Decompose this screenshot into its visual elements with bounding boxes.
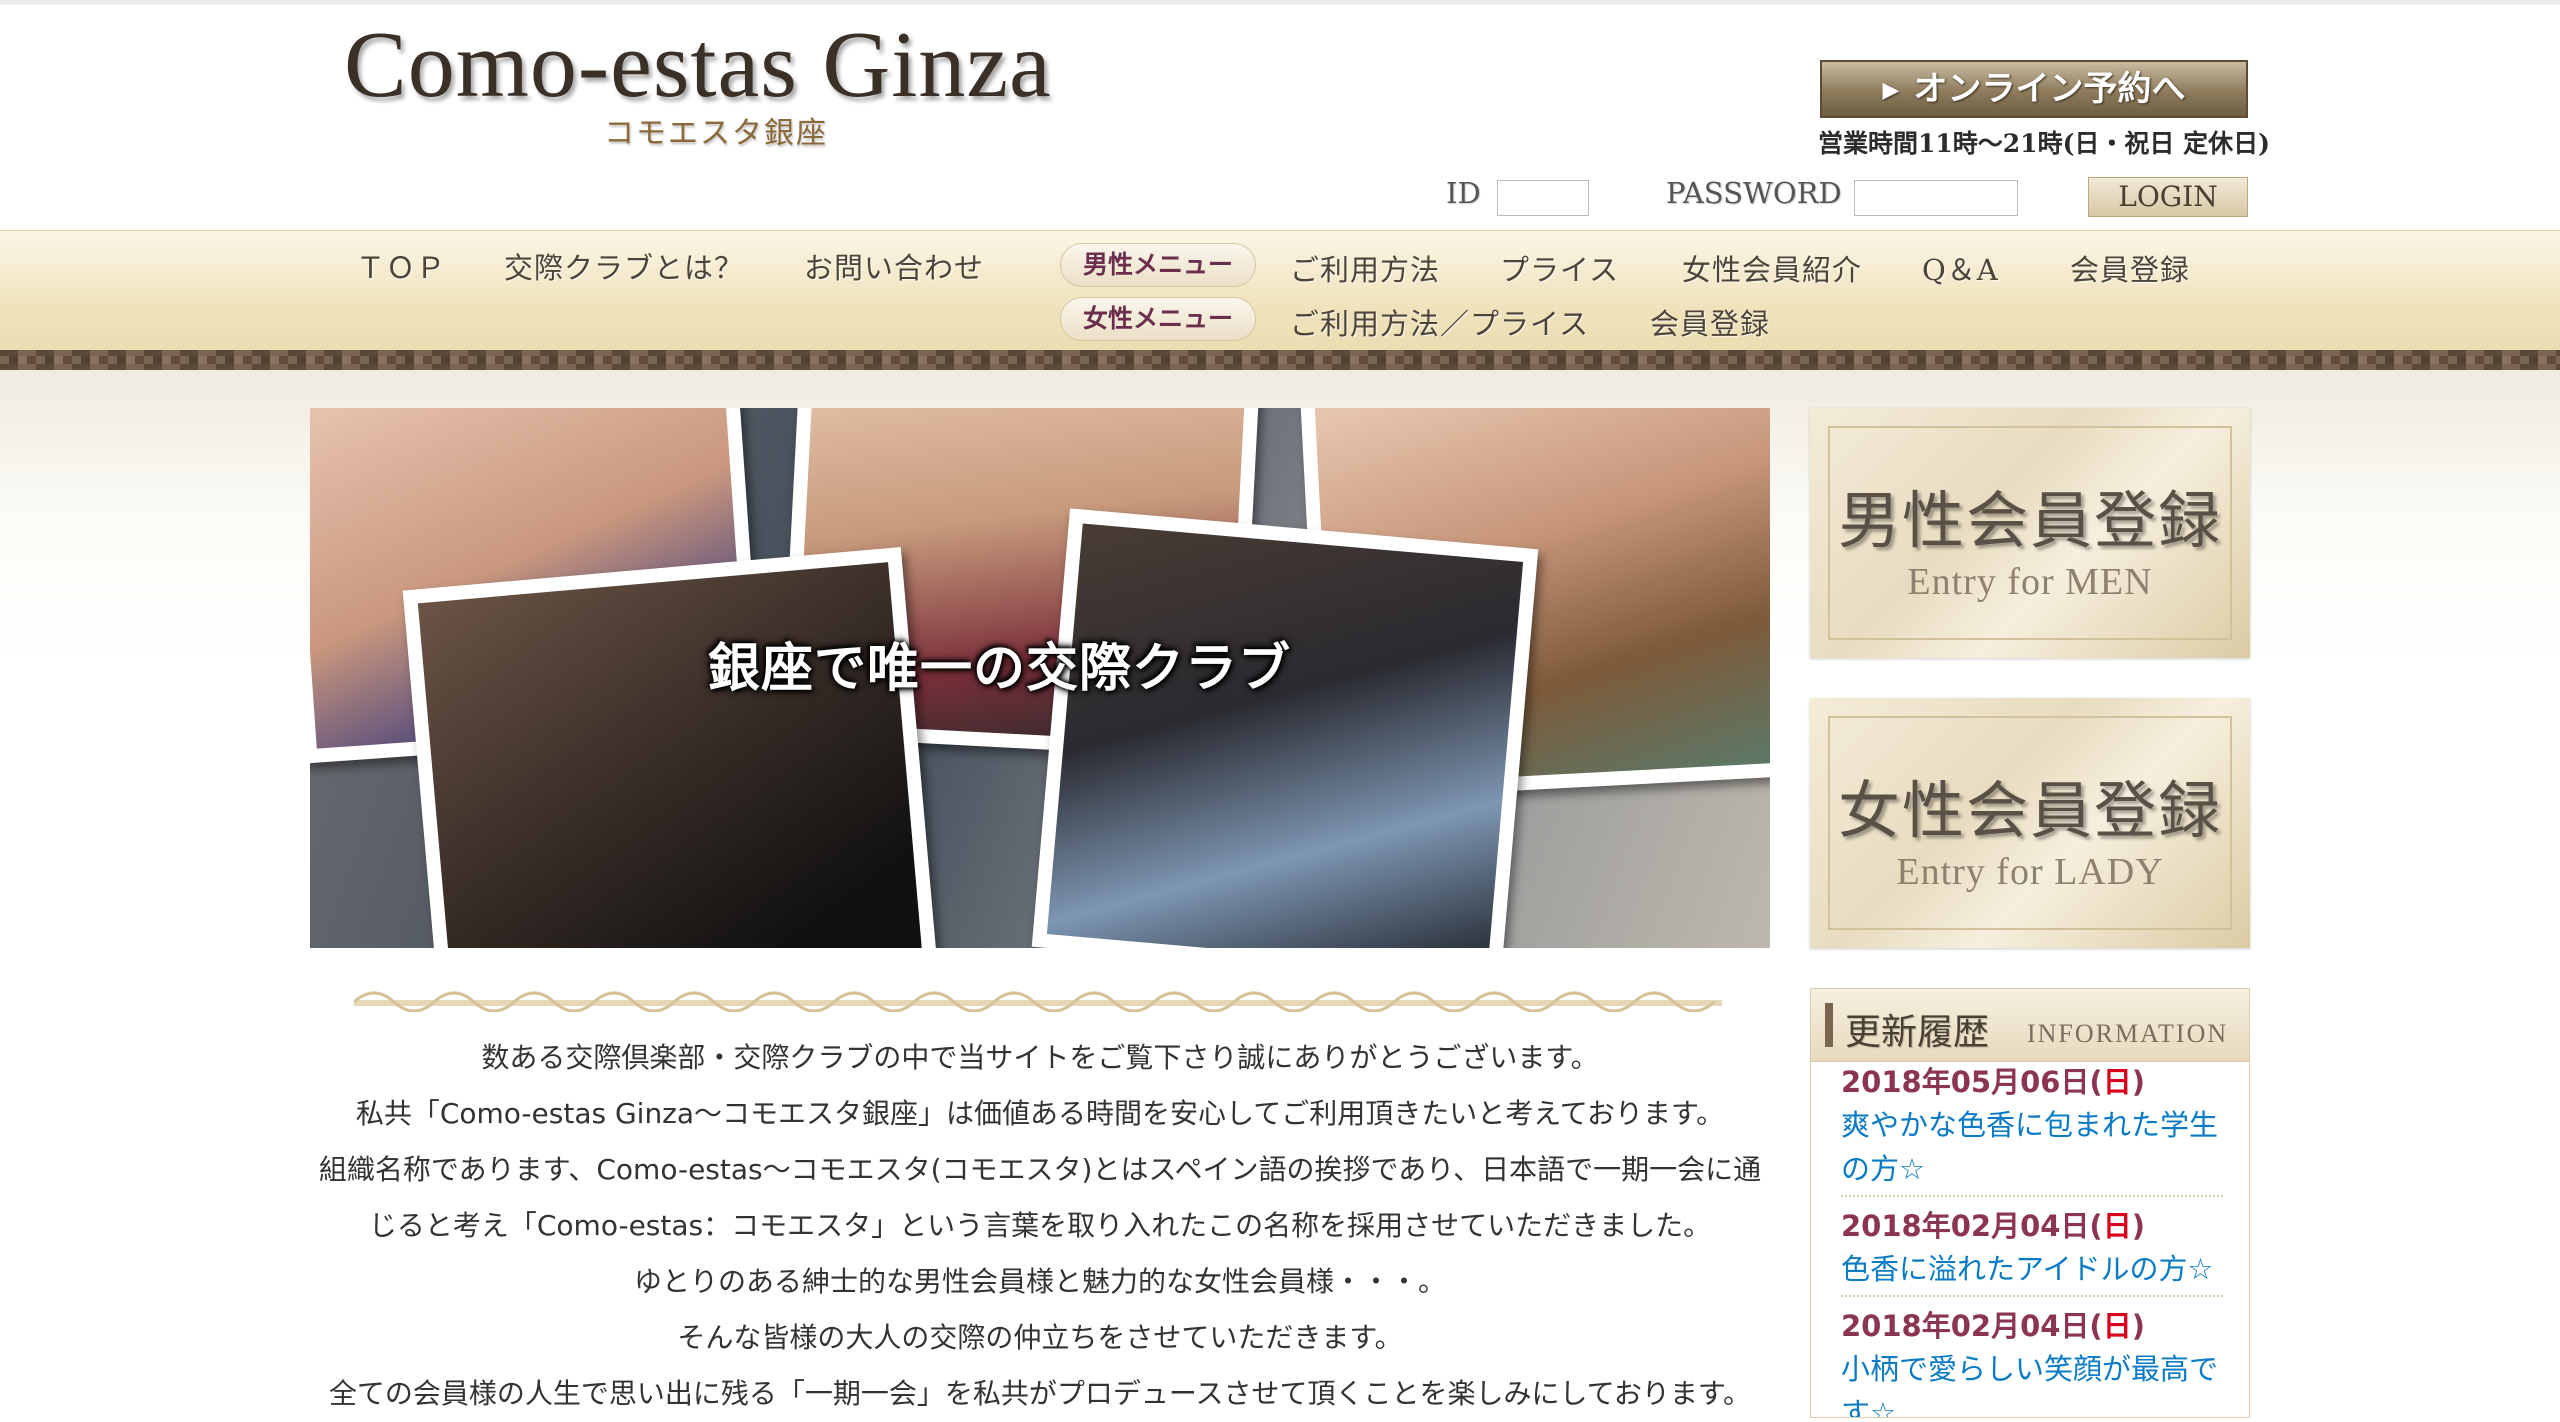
- intro-text: 数ある交際倶楽部・交際クラブの中で当サイトをご覧下さり誠にありがとうございます。…: [310, 1030, 1770, 1422]
- hero-photo-man-1: [402, 547, 938, 948]
- women-menu-badge: 女性メニュー: [1060, 297, 1256, 341]
- news-title-link[interactable]: 爽やかな色香に包まれた学生の方☆: [1841, 1103, 2221, 1191]
- hero-caption: 銀座で唯一の交際クラブ: [708, 638, 1292, 699]
- news-divider: [1841, 1195, 2223, 1197]
- main-navigation: ＴＯＰ 交際クラブとは？ お問い合わせ 男性メニュー ご利用方法 プライス 女性…: [0, 230, 2560, 355]
- play-triangle-icon: ▶: [1882, 77, 1900, 103]
- id-label: ID: [1446, 176, 1481, 210]
- men-registration-banner[interactable]: 男性会員登録 Entry for MEN: [1810, 408, 2250, 658]
- news-item: 2018年02月04日(日) 小柄で愛らしい笑顔が最高です☆: [1841, 1303, 2221, 1417]
- online-reservation-label: オンライン予約へ: [1913, 69, 2186, 109]
- business-hours: 営業時間11時～21時(日・祝日 定休日): [1818, 129, 2270, 158]
- nav-qa[interactable]: Q＆A: [1922, 247, 1999, 289]
- news-date: 2018年02月04日(日): [1841, 1309, 2145, 1343]
- nav-women-register[interactable]: 会員登録: [1650, 301, 1770, 343]
- header-bar-marker: [1825, 1003, 1833, 1047]
- news-date: 2018年02月04日(日): [1841, 1209, 2145, 1243]
- top-strip: [0, 0, 2560, 5]
- nav-contact[interactable]: お問い合わせ: [804, 245, 984, 287]
- login-button[interactable]: LOGIN: [2088, 177, 2248, 217]
- news-divider: [1841, 1295, 2223, 1297]
- lady-registration-title: 女性会員登録: [1837, 774, 2222, 847]
- nav-about-club[interactable]: 交際クラブとは？: [504, 245, 744, 287]
- site-logo[interactable]: Como-estas Ginza: [344, 10, 1052, 120]
- password-input[interactable]: [1854, 180, 2018, 216]
- nav-women-members[interactable]: 女性会員紹介: [1682, 247, 1862, 289]
- nav-men-usage[interactable]: ご利用方法: [1290, 247, 1440, 289]
- men-menu-badge: 男性メニュー: [1060, 243, 1256, 287]
- men-registration-subtitle: Entry for MEN: [1907, 561, 2153, 603]
- news-date: 2018年05月06日(日): [1841, 1065, 2145, 1099]
- information-label: INFORMATION: [2027, 1019, 2229, 1048]
- intro-line: 数ある交際倶楽部・交際クラブの中で当サイトをご覧下さり誠にありがとうございます。: [481, 1041, 1599, 1074]
- intro-line: 私共「Como-estas Ginza～コモエスタ銀座」は価値ある時間を安心して…: [355, 1097, 1725, 1130]
- nav-men-price[interactable]: プライス: [1500, 247, 1619, 289]
- nav-women-usage-price[interactable]: ご利用方法／プライス: [1290, 301, 1589, 343]
- site-logo-subtitle: コモエスタ銀座: [604, 116, 828, 151]
- news-title-link[interactable]: 色香に溢れたアイドルの方☆: [1841, 1247, 2221, 1291]
- lady-registration-banner[interactable]: 女性会員登録 Entry for LADY: [1810, 698, 2250, 948]
- online-reservation-button[interactable]: ▶ オンライン予約へ: [1820, 60, 2248, 118]
- intro-line: そんな皆様の大人の交際の仲立ちをさせていただきます。: [677, 1321, 1403, 1354]
- ornament-divider: [354, 991, 1722, 1012]
- hero-photo-man-2: [1031, 508, 1539, 948]
- news-title-link[interactable]: 小柄で愛らしい笑顔が最高です☆: [1841, 1347, 2221, 1417]
- intro-line: じると考え「Como-estas：コモエスタ」という言葉を取り入れたこの名称を採…: [368, 1209, 1712, 1242]
- lady-registration-subtitle: Entry for LADY: [1896, 851, 2164, 893]
- update-history-title: 更新履歴: [1845, 1012, 1990, 1053]
- password-label: PASSWORD: [1666, 176, 1842, 210]
- intro-line: 組織名称であります、Como-estas～コモエスタ(コモエスタ)とはスペイン語…: [318, 1153, 1762, 1186]
- update-history-header: 更新履歴 INFORMATION: [1811, 989, 2249, 1062]
- hero-banner[interactable]: 銀座で唯一の交際クラブ: [310, 408, 1770, 948]
- id-input[interactable]: [1497, 180, 1589, 216]
- nav-top[interactable]: ＴＯＰ: [356, 245, 446, 287]
- intro-line: ゆとりのある紳士的な男性会員様と魅力的な女性会員様・・・。: [633, 1265, 1446, 1298]
- nav-ornament-pattern: [0, 356, 2560, 364]
- news-item: 2018年02月04日(日) 色香に溢れたアイドルの方☆: [1841, 1203, 2221, 1291]
- nav-men-register[interactable]: 会員登録: [2070, 247, 2190, 289]
- men-registration-title: 男性会員登録: [1837, 484, 2222, 557]
- update-history-panel: 更新履歴 INFORMATION 2018年05月06日(日) 爽やかな色香に包…: [1810, 988, 2250, 1418]
- news-item: 2018年05月06日(日) 爽やかな色香に包まれた学生の方☆: [1841, 1059, 2221, 1191]
